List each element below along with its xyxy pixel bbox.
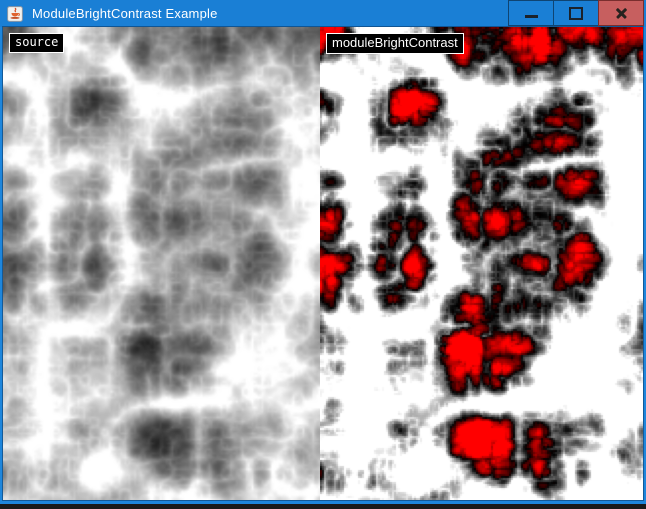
window-title: ModuleBrightContrast Example [32, 6, 218, 21]
maximize-icon [569, 7, 583, 20]
desktop-background [0, 504, 646, 509]
source-image-canvas [3, 27, 320, 500]
minimize-icon [525, 15, 538, 18]
window-controls [508, 0, 644, 26]
maximize-button[interactable] [553, 0, 599, 26]
titlebar[interactable]: ModuleBrightContrast Example [0, 0, 646, 27]
panel-source: source [3, 27, 320, 500]
modulebrightcontrast-image-canvas [320, 27, 643, 500]
modulebrightcontrast-image-label: moduleBrightContrast [326, 33, 464, 54]
java-app-icon [7, 6, 23, 22]
minimize-button[interactable] [508, 0, 554, 26]
source-image-label: source [9, 33, 64, 53]
app-window: ModuleBrightContrast Example source modu… [0, 0, 646, 504]
panel-modulebrightcontrast: moduleBrightContrast [320, 27, 643, 500]
close-icon [615, 7, 628, 20]
image-viewport: source moduleBrightContrast [3, 27, 643, 500]
close-button[interactable] [598, 0, 644, 26]
